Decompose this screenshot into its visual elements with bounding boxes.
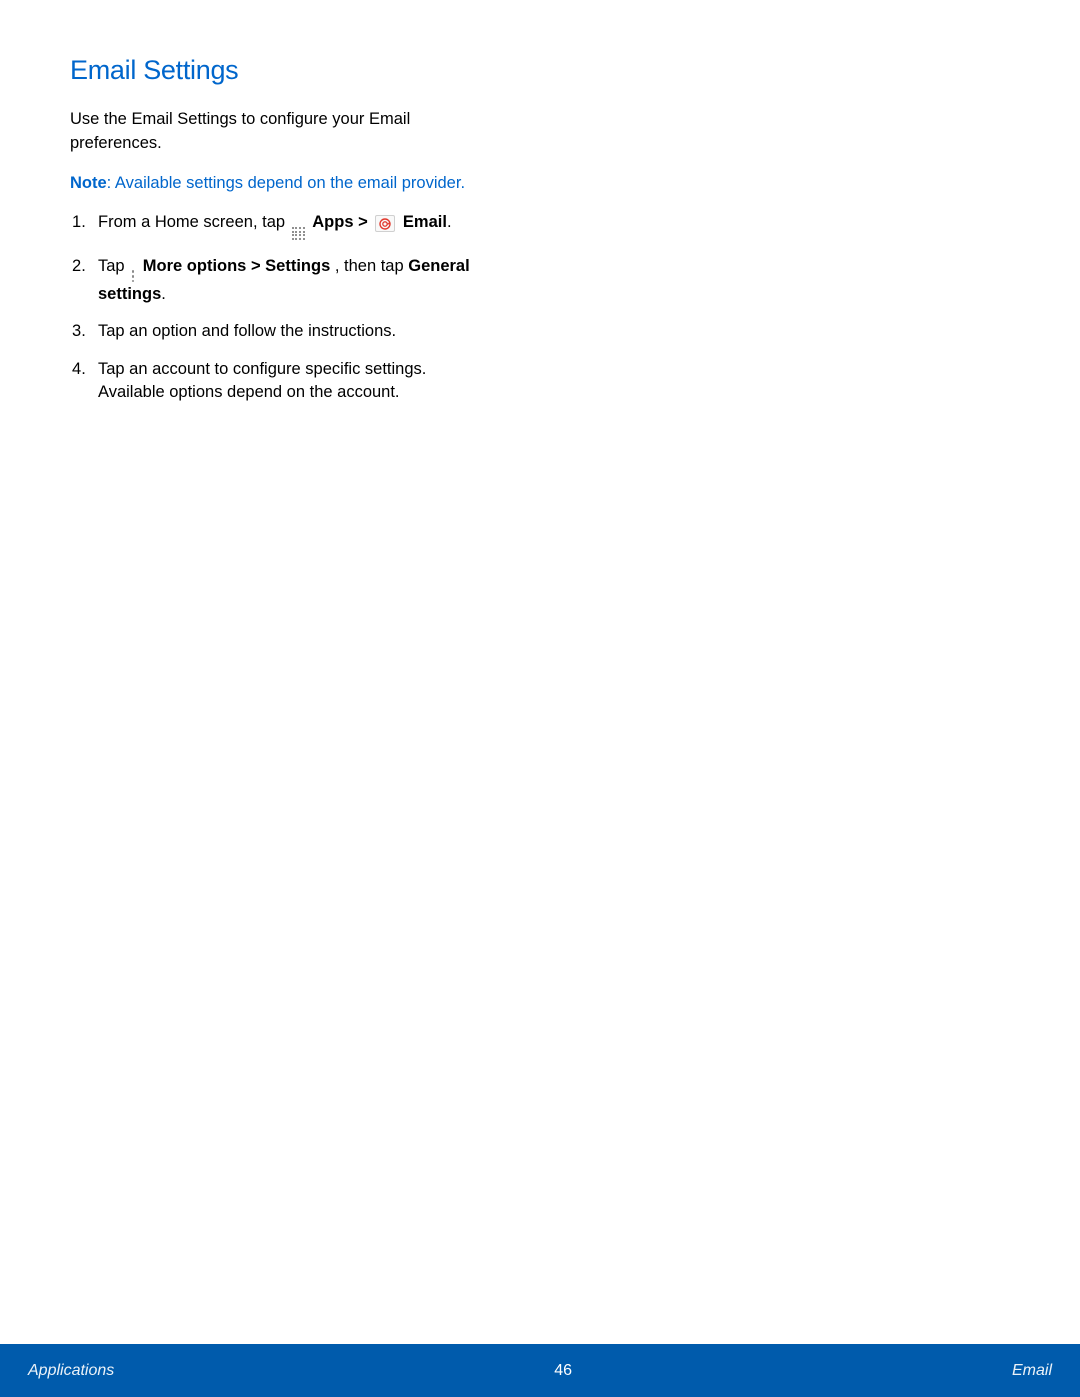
step-1: From a Home screen, tap Apps > Email. [94, 211, 490, 241]
step-2: Tap More options > Settings , then tap G… [94, 255, 490, 307]
step-3: Tap an option and follow the instruction… [94, 320, 490, 343]
note-paragraph: Note: Available settings depend on the e… [70, 174, 490, 193]
step-2-mid: , then tap [335, 257, 408, 275]
step-4: Tap an account to configure specific set… [94, 358, 490, 404]
page-content: Email Settings Use the Email Settings to… [0, 0, 560, 404]
footer-page-number: 46 [554, 1362, 572, 1380]
footer-bar: Applications 46 Email [0, 1344, 1080, 1397]
note-text: : Available settings depend on the email… [107, 174, 465, 192]
steps-list: From a Home screen, tap Apps > Email. Ta… [70, 211, 490, 404]
footer-topic-label: Email [1012, 1362, 1052, 1380]
step-1-period: . [447, 213, 452, 231]
step-1-pre: From a Home screen, tap [98, 213, 290, 231]
step-1-apps-label: Apps > [312, 213, 372, 231]
intro-paragraph: Use the Email Settings to configure your… [70, 108, 490, 156]
step-2-more-label: More options > Settings [143, 257, 335, 275]
step-2-pre: Tap [98, 257, 129, 275]
note-label: Note [70, 174, 107, 192]
step-1-email-label: Email [403, 213, 447, 231]
apps-grid-icon [292, 227, 306, 241]
footer-section-label: Applications [28, 1362, 114, 1380]
page-title: Email Settings [70, 55, 490, 86]
email-icon [375, 215, 395, 232]
step-2-period: . [161, 285, 166, 303]
more-options-icon [130, 269, 136, 283]
